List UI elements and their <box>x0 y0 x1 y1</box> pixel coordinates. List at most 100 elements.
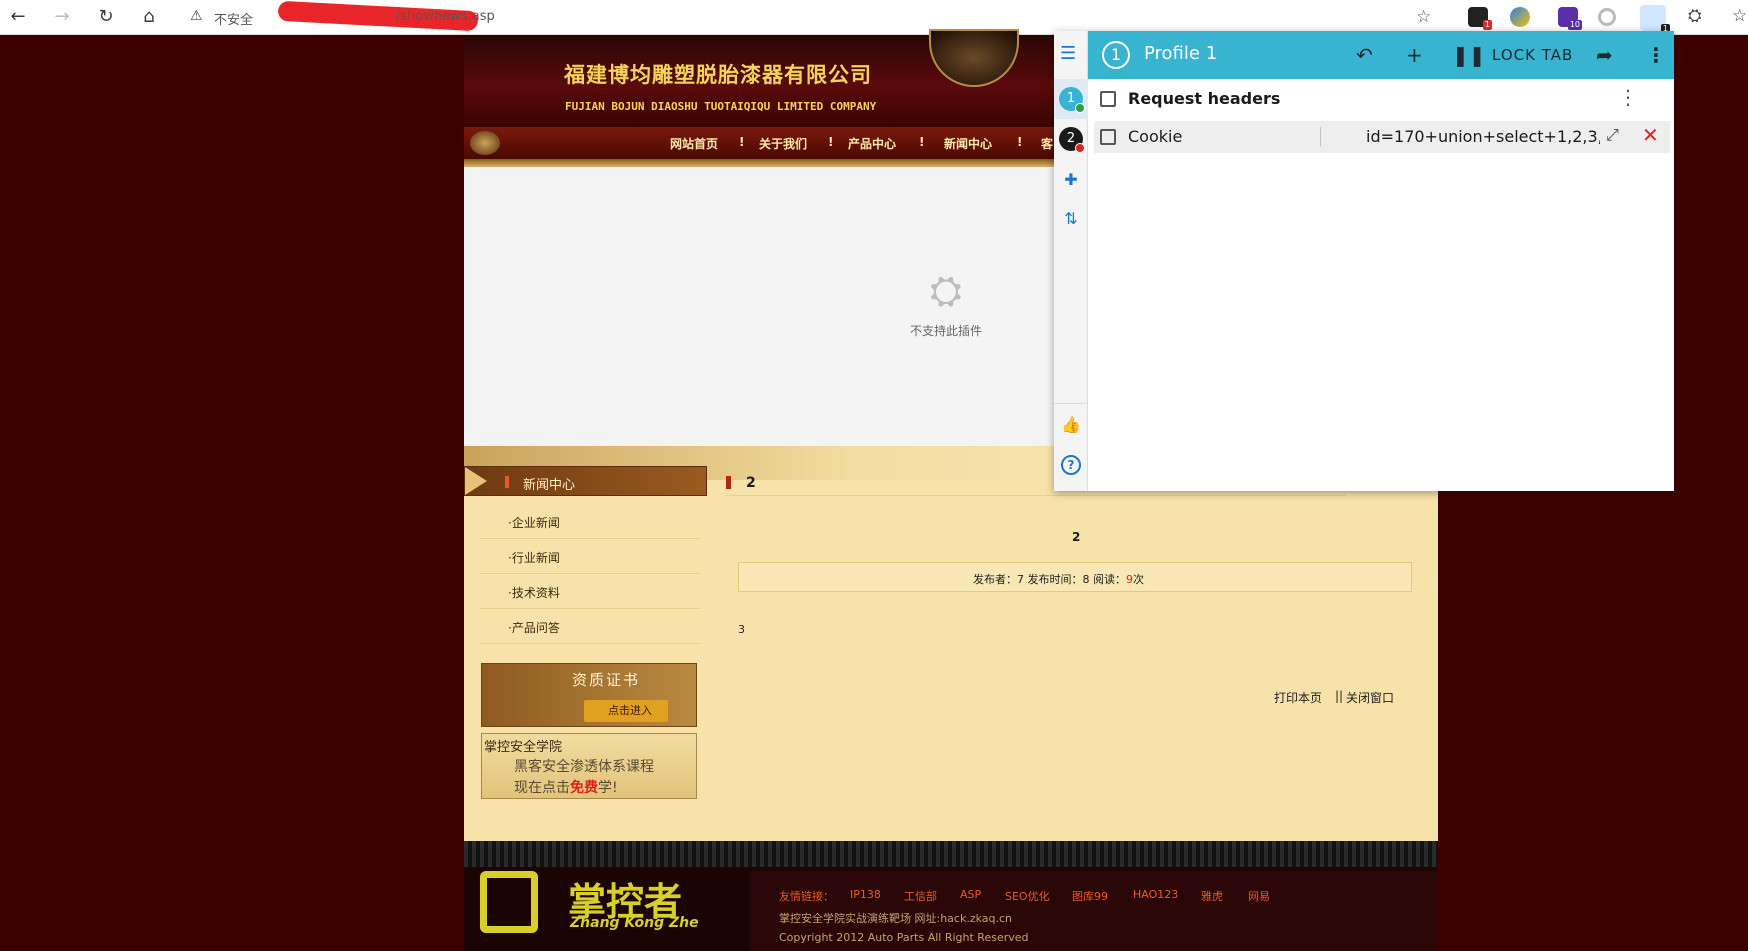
add-profile-icon[interactable]: ✚ <box>1061 170 1081 190</box>
sidebar-title-text: 新闻中心 <box>523 478 576 493</box>
company-name-cn: 福建博均雕塑脱胎漆器有限公司 <box>564 63 872 87</box>
add-icon[interactable]: + <box>1406 43 1423 67</box>
back-arrow-icon[interactable]: ← <box>6 6 30 28</box>
help-icon[interactable]: ? <box>1061 455 1081 475</box>
expand-icon[interactable]: ⤢ <box>1606 125 1619 145</box>
sidebar-item-tech-docs[interactable]: ·技术资料 <box>508 584 560 601</box>
sidebar-arrow-icon <box>465 467 487 495</box>
profile-name[interactable]: Profile 1 <box>1144 43 1217 64</box>
friend-links-label: 友情链接： <box>779 890 834 903</box>
header-row: Cookie id=170+union+select+1,2,3,4, ⤢ ✕ <box>1094 121 1670 153</box>
more-vert-icon[interactable]: ⋮ <box>1646 43 1666 67</box>
sidebar-item-company-news[interactable]: ·企业新闻 <box>508 514 560 531</box>
article-meta: 发布者：7 发布时间：8 阅读：9次 <box>738 562 1412 592</box>
footer-link[interactable]: SEO优化 <box>1005 888 1050 904</box>
nav-news[interactable]: 新闻中心 <box>944 135 992 152</box>
divider <box>480 538 700 539</box>
certificate-banner[interactable]: 资质证书 点击进入 <box>481 663 697 727</box>
inactive-dot-icon <box>1075 143 1085 153</box>
extension-icon-1[interactable]: 1 <box>1468 7 1492 30</box>
cert-enter-button[interactable]: 点击进入 <box>584 700 668 722</box>
header-name-input[interactable]: Cookie <box>1128 127 1182 146</box>
nav-separator: ! <box>1017 135 1023 149</box>
footer-link[interactable]: 工信部 <box>904 888 937 904</box>
extension-icon-4[interactable] <box>1598 8 1616 26</box>
sidebar-item-product-qa[interactable]: ·产品问答 <box>508 619 560 636</box>
ad-title: 掌控安全学院 <box>484 740 563 755</box>
share-icon[interactable]: ➦ <box>1596 43 1613 67</box>
nav-separator: ! <box>828 135 834 149</box>
zkz-logo-icon <box>480 871 538 933</box>
divider <box>480 608 700 609</box>
footer-link[interactable]: 雅虎 <box>1201 888 1223 904</box>
modheader-popup: ☰ 1 2 ✚ ⇅ 👍 ? 1 Profile 1 ↶ + ❚❚ LOCK TA… <box>1054 31 1674 491</box>
nav-contact[interactable]: 客 <box>1041 135 1053 152</box>
divider <box>480 643 700 644</box>
section-title: Request headers <box>1128 89 1281 108</box>
company-name-en: FUJIAN BOJUN DIAOSHU TUOTAIQIQU LIMITED … <box>565 100 877 113</box>
nav-separator: ! <box>919 135 925 149</box>
ornament-logo <box>929 29 1019 87</box>
footer-link[interactable]: 网易 <box>1248 888 1270 904</box>
modheader-extension-icon[interactable]: 1 <box>1640 5 1670 34</box>
divider <box>1054 403 1088 404</box>
security-label[interactable]: 不安全 <box>214 9 253 28</box>
sort-icon[interactable]: ⇅ <box>1061 209 1081 229</box>
thumbs-up-icon[interactable]: 👍 <box>1061 415 1081 435</box>
ad-banner[interactable]: 掌控安全学院 黑客安全渗透体系课程 现在点击免费学! <box>481 733 697 799</box>
footer-link[interactable]: IP138 <box>850 888 881 901</box>
hamburger-menu-icon[interactable]: ☰ <box>1060 43 1076 64</box>
url-text[interactable]: /shownews.asp <box>396 9 495 24</box>
print-link[interactable]: 打印本页 <box>1274 689 1322 706</box>
plugin-message: 不支持此插件 <box>910 324 983 338</box>
divider <box>1320 127 1321 147</box>
footer-pattern-strip <box>464 841 1438 867</box>
cert-title: 资质证书 <box>572 671 641 689</box>
divider <box>480 573 700 574</box>
article-title: 2 <box>1072 530 1081 544</box>
close-window-link[interactable]: 关闭窗口 <box>1346 689 1394 706</box>
article-meta-text: 发布者：7 发布时间：8 阅读：9次 <box>973 573 1144 586</box>
article-heading: 2 <box>746 475 756 491</box>
home-icon[interactable]: ⌂ <box>137 6 161 28</box>
sidebar-title: 新闻中心 <box>464 466 707 496</box>
footer-copyright: Copyright 2012 Auto Parts All Right Rese… <box>779 931 1029 944</box>
profile-number-icon: 1 <box>1102 41 1130 69</box>
pause-icon[interactable]: ❚❚ <box>1452 43 1486 67</box>
nav-about[interactable]: 关于我们 <box>759 135 807 152</box>
puzzle-piece-icon: ⛭ <box>930 268 962 314</box>
address-bar[interactable]: ⚠ 不安全 /shownews.asp <box>178 0 1318 32</box>
footer-link[interactable]: HAO123 <box>1133 888 1178 901</box>
forward-arrow-icon[interactable]: → <box>50 6 74 28</box>
favorite-star-icon[interactable]: ☆ <box>1416 7 1438 29</box>
reload-icon[interactable]: ↻ <box>94 6 118 28</box>
request-headers-checkbox[interactable] <box>1100 91 1116 107</box>
puzzle-extensions-icon[interactable]: ⛭ <box>1688 6 1702 26</box>
ad-line1: 黑客安全渗透体系课程 <box>514 759 654 775</box>
header-enable-checkbox[interactable] <box>1100 129 1116 145</box>
profile-sidebar: ☰ 1 2 ✚ ⇅ 👍 ? <box>1054 31 1088 491</box>
favorites-icon[interactable]: ☆ <box>1732 6 1747 26</box>
profile-toolbar: 1 Profile 1 ↶ + ❚❚ LOCK TAB ➦ ⋮ <box>1088 31 1674 79</box>
nav-ornament <box>470 131 500 155</box>
footer-line2: 掌控安全学院实战演练靶场 网址:hack.zkaq.cn <box>779 912 1013 925</box>
footer-link[interactable]: ASP <box>960 888 981 901</box>
nav-products[interactable]: 产品中心 <box>848 135 896 152</box>
browser-toolbar: ← → ↻ ⌂ ⚠ 不安全 /shownews.asp ☆ 1 10 1 ⛭ ☆ <box>0 0 1748 35</box>
sidebar-bullet <box>505 476 509 488</box>
nav-home[interactable]: 网站首页 <box>670 135 718 152</box>
header-value-input[interactable]: id=170+union+select+1,2,3,4, <box>1366 127 1600 146</box>
sidebar-item-industry-news[interactable]: ·行业新闻 <box>508 549 560 566</box>
logo-en: Zhang Kong Zhe <box>570 915 699 931</box>
extension-icon-3[interactable]: 10 <box>1558 7 1582 30</box>
footer-link[interactable]: 图库99 <box>1072 888 1108 904</box>
article-heading-bullet <box>726 476 731 489</box>
undo-icon[interactable]: ↶ <box>1356 43 1373 67</box>
extension-icon-2[interactable] <box>1510 7 1530 27</box>
ad-line2: 现在点击免费学! <box>514 780 618 796</box>
section-more-icon[interactable]: ⋮ <box>1618 85 1638 109</box>
warning-icon[interactable]: ⚠ <box>190 8 203 24</box>
divider <box>726 495 1346 496</box>
delete-icon[interactable]: ✕ <box>1642 123 1659 147</box>
lock-tab-button[interactable]: LOCK TAB <box>1492 46 1573 64</box>
